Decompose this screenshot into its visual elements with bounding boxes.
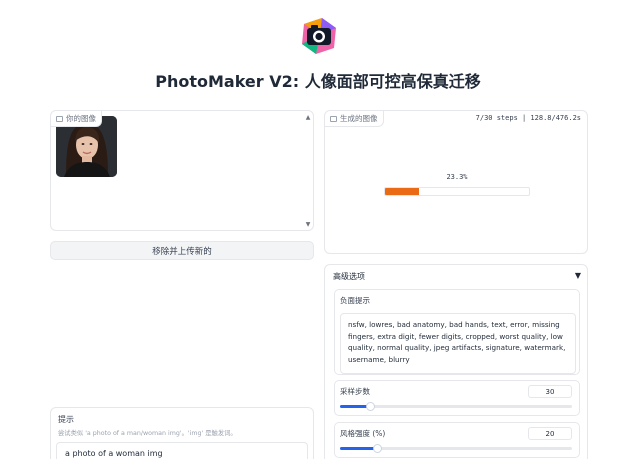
remove-and-upload-button[interactable]: 移除并上传新的	[50, 241, 314, 260]
page-title: PhotoMaker V2: 人像面部可控高保真迁移	[155, 72, 481, 91]
steps-number-input[interactable]: 30	[528, 385, 572, 398]
progress-bar	[384, 187, 530, 196]
negative-prompt-block: 负面提示 nsfw, lowres, bad anatomy, bad hand…	[334, 289, 580, 375]
triangle-down-icon[interactable]: ▼	[575, 271, 581, 280]
steps-block: 采样步数 30	[334, 380, 580, 416]
input-gallery[interactable]: 你的图像 ▲ ▼	[50, 110, 314, 231]
style-strength-slider[interactable]	[340, 444, 572, 453]
output-label-text: 生成的图像	[340, 114, 378, 123]
generation-status: 7/30 steps | 128.8/476.2s	[475, 114, 581, 122]
prompt-block: 提示 尝试类似 'a photo of a man/woman img'。'im…	[50, 407, 314, 459]
prompt-input[interactable]: a photo of a woman img	[56, 442, 308, 459]
advanced-options-title: 高级选项	[333, 272, 365, 281]
style-strength-slider-fill	[340, 447, 378, 450]
scroll-up-icon[interactable]: ▲	[305, 115, 311, 121]
output-gallery: 生成的图像 7/30 steps | 128.8/476.2s 23.3%	[324, 110, 588, 254]
style-strength-block: 风格强度 (%) 20	[334, 422, 580, 458]
style-strength-slider-thumb[interactable]	[372, 444, 382, 453]
style-strength-number-input[interactable]: 20	[528, 427, 572, 440]
negative-prompt-label: 负面提示	[340, 296, 370, 305]
prompt-label: 提示	[58, 415, 74, 424]
steps-label: 采样步数	[340, 387, 370, 396]
gallery-scrollbar[interactable]: ▲ ▼	[305, 115, 311, 228]
gallery-label-text: 你的图像	[66, 114, 96, 123]
progress-bar-fill	[385, 188, 419, 195]
style-strength-label: 风格强度 (%)	[340, 429, 386, 438]
prompt-hint: 尝试类似 'a photo of a man/woman img'。'img' …	[58, 430, 237, 437]
advanced-options-header[interactable]: 高级选项 ▼	[333, 271, 581, 283]
output-label: 生成的图像	[325, 111, 384, 127]
advanced-options-accordion: 高级选项 ▼ 负面提示 nsfw, lowres, bad anatomy, b…	[324, 264, 588, 459]
scroll-down-icon[interactable]: ▼	[305, 222, 311, 228]
gallery-label: 你的图像	[51, 111, 102, 127]
camera-logo-icon	[302, 18, 336, 54]
negative-prompt-textarea[interactable]: nsfw, lowres, bad anatomy, bad hands, te…	[340, 313, 576, 374]
steps-slider-thumb[interactable]	[365, 402, 375, 411]
image-icon	[330, 115, 337, 122]
progress-percent: 23.3%	[446, 173, 468, 181]
steps-slider[interactable]	[340, 402, 572, 411]
image-icon	[56, 115, 63, 122]
